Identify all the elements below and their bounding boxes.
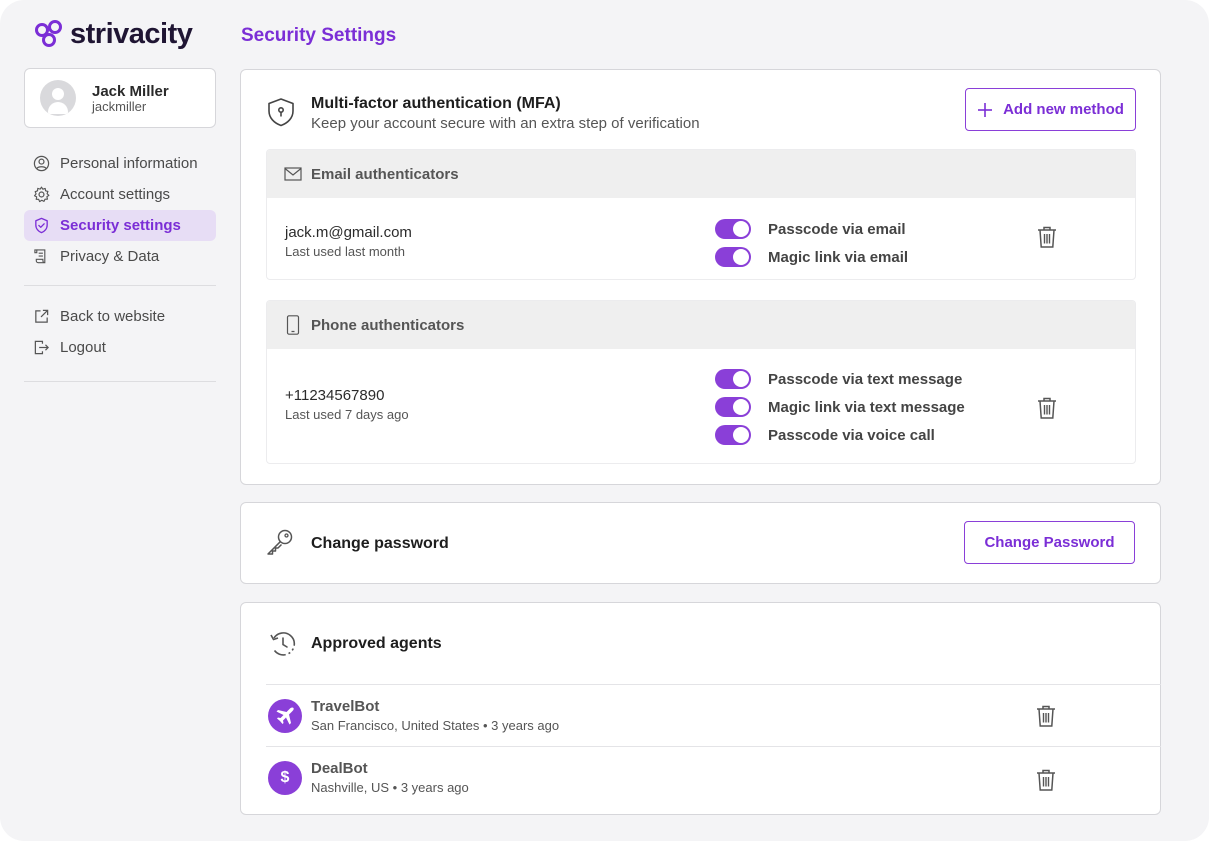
email-last-used: Last used last month: [285, 244, 405, 259]
sidebar-item-account-settings[interactable]: Account settings: [24, 179, 216, 210]
dollar-icon: $: [280, 769, 290, 786]
delete-agent-trash-icon[interactable]: [1035, 704, 1057, 728]
bullet-separator: •: [482, 718, 492, 733]
phone-number: +11234567890: [285, 387, 385, 404]
user-handle: jackmiller: [92, 98, 147, 114]
sidebar-item-label: Back to website: [60, 308, 166, 325]
sidebar-item-label: Privacy & Data: [60, 248, 160, 265]
avatar: [40, 80, 76, 116]
sidebar-nav: Personal information Account settings Se…: [24, 148, 216, 272]
phone-authenticators-header: Phone authenticators: [267, 301, 1135, 349]
sidebar-item-privacy-data[interactable]: Privacy & Data: [24, 241, 216, 272]
email-address: jack.m@gmail.com: [285, 224, 412, 241]
phone-icon: [286, 315, 300, 335]
phone-authenticators-section: Phone authenticators +11234567890 Last u…: [266, 300, 1136, 464]
user-circle-icon: [33, 155, 50, 172]
logout-button[interactable]: Logout: [24, 332, 216, 363]
method-label: Passcode via email: [768, 220, 906, 238]
email-authenticators-header: Email authenticators: [267, 150, 1135, 198]
add-new-method-label: Add new method: [1003, 101, 1124, 118]
sidebar-item-security-settings[interactable]: Security settings: [24, 210, 216, 241]
sidebar-item-personal-information[interactable]: Personal information: [24, 148, 216, 179]
agent-name: TravelBot: [311, 698, 380, 715]
passcode-via-text-toggle[interactable]: [715, 369, 751, 389]
agent-meta: San Francisco, United States • 3 years a…: [311, 718, 559, 733]
sidebar-divider: [24, 381, 216, 382]
delete-email-authenticator-trash-icon[interactable]: [1036, 225, 1058, 249]
mfa-subtitle: Keep your account secure with an extra s…: [311, 115, 700, 132]
agent-meta: Nashville, US • 3 years ago: [311, 780, 469, 795]
brand-name: strivacity: [70, 17, 193, 50]
back-to-website-link[interactable]: Back to website: [24, 301, 216, 332]
passcode-via-voice-call-toggle[interactable]: [715, 425, 751, 445]
envelope-icon: [284, 167, 302, 181]
shield-icon: [35, 217, 48, 234]
approved-agents-title: Approved agents: [311, 635, 442, 652]
method-label: Magic link via email: [768, 248, 909, 266]
sidebar-item-label: Logout: [60, 339, 106, 356]
sidebar-item-label: Account settings: [60, 186, 171, 203]
brand-logo[interactable]: strivacity: [34, 17, 193, 51]
key-icon: [267, 529, 293, 555]
email-authenticators-heading: Email authenticators: [311, 165, 459, 183]
phone-authenticators-heading: Phone authenticators: [311, 316, 465, 334]
method-passcode-via-email: Passcode via email: [715, 215, 908, 243]
page-title: Security Settings: [241, 25, 397, 46]
logo-mark-icon: [35, 20, 62, 47]
bullet-separator: •: [392, 780, 401, 795]
method-label: Passcode via text message: [768, 370, 963, 388]
method-label: Magic link via text message: [768, 398, 965, 416]
delete-agent-trash-icon[interactable]: [1035, 768, 1057, 792]
shield-lock-icon: [268, 98, 294, 127]
agent-avatar: $: [268, 761, 302, 795]
user-name: Jack Miller: [92, 82, 169, 100]
email-authenticators-section: Email authenticators jack.m@gmail.com La…: [266, 149, 1136, 280]
change-password-button[interactable]: Change Password: [964, 521, 1135, 564]
airplane-icon: [276, 707, 294, 725]
agent-row-dealbot: $ DealBot Nashville, US • 3 years ago: [266, 746, 1161, 808]
agent-name: DealBot: [311, 760, 368, 777]
logout-icon: [34, 340, 49, 355]
sidebar-item-label: Security settings: [60, 217, 181, 234]
phone-last-used: Last used 7 days ago: [285, 407, 409, 422]
change-password-title: Change password: [311, 535, 449, 552]
sidebar-item-label: Personal information: [60, 155, 198, 172]
history-icon: [270, 632, 296, 656]
gear-icon: [33, 186, 50, 203]
email-authenticator-row: jack.m@gmail.com Last used last month Pa…: [267, 198, 1135, 279]
agent-location: Nashville, US: [311, 780, 390, 795]
agent-age: 3 years ago: [491, 718, 560, 733]
method-passcode-via-text-message: Passcode via text message: [715, 365, 965, 393]
sidebar-divider: [24, 285, 216, 286]
plus-icon: [978, 102, 993, 117]
method-label: Passcode via voice call: [768, 426, 935, 444]
method-magic-link-via-email: Magic link via email: [715, 243, 908, 271]
passcode-via-email-toggle[interactable]: [715, 219, 751, 239]
user-card[interactable]: Jack Miller jackmiller: [24, 68, 216, 128]
agent-avatar: [268, 699, 302, 733]
mfa-title: Multi-factor authentication (MFA): [311, 95, 561, 112]
change-password-label: Change Password: [984, 534, 1115, 551]
phone-authenticator-row: +11234567890 Last used 7 days ago Passco…: [267, 349, 1135, 463]
approved-agents-card: Approved agents TravelBot San Francisco,…: [240, 602, 1161, 815]
add-new-method-button[interactable]: Add new method: [965, 88, 1136, 131]
agent-row-travelbot: TravelBot San Francisco, United States •…: [266, 684, 1161, 746]
sidebar-secondary-nav: Back to website Logout: [24, 301, 216, 363]
magic-link-via-text-toggle[interactable]: [715, 397, 751, 417]
agent-age: 3 years ago: [400, 780, 469, 795]
change-password-card: Change password Change Password: [240, 502, 1161, 584]
delete-phone-authenticator-trash-icon[interactable]: [1036, 396, 1058, 420]
mfa-card: Multi-factor authentication (MFA) Keep y…: [240, 69, 1161, 485]
method-passcode-via-voice-call: Passcode via voice call: [715, 421, 965, 449]
external-link-icon: [35, 309, 49, 323]
method-magic-link-via-text-message: Magic link via text message: [715, 393, 965, 421]
document-icon: [34, 249, 46, 264]
magic-link-via-email-toggle[interactable]: [715, 247, 751, 267]
app-frame: strivacity Jack Miller jackmiller Person…: [0, 0, 1209, 841]
agent-location: San Francisco, United States: [311, 718, 480, 733]
